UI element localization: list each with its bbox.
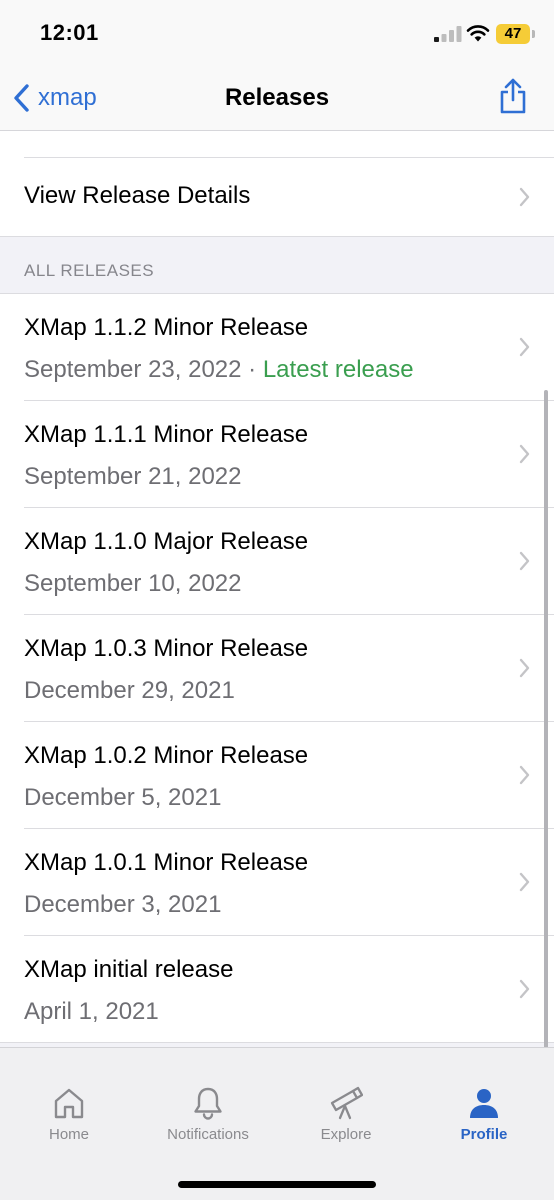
scrollbar[interactable] (544, 390, 548, 1070)
battery-level: 47 (504, 25, 522, 42)
tab-notifications[interactable]: Notifications (139, 1086, 277, 1156)
signal-icon (434, 26, 462, 42)
telescope-icon (330, 1086, 363, 1120)
tab-label: Notifications (167, 1126, 249, 1143)
release-date: December 5, 2021 (24, 784, 222, 811)
battery-tip (532, 30, 535, 38)
release-row-1-1-0[interactable]: XMap 1.1.0 Major Release September 10, 2… (0, 508, 554, 615)
chevron-right-icon (519, 187, 530, 207)
release-row-1-0-1[interactable]: XMap 1.0.1 Minor Release December 3, 202… (0, 829, 554, 936)
bell-icon (194, 1087, 222, 1120)
release-title: XMap 1.0.2 Minor Release (24, 742, 309, 769)
chevron-right-icon (519, 551, 530, 571)
chevron-right-icon (519, 444, 530, 464)
home-icon (54, 1088, 84, 1119)
tab-label: Profile (460, 1126, 508, 1143)
release-title: XMap 1.1.0 Major Release (24, 528, 309, 555)
release-date: December 3, 2021 (24, 891, 222, 918)
tab-label: Explore (320, 1126, 372, 1143)
release-title: XMap 1.0.1 Minor Release (24, 849, 309, 876)
wifi-icon (466, 25, 490, 42)
release-row-initial[interactable]: XMap initial release April 1, 2021 (0, 936, 554, 1043)
partial-row (24, 131, 554, 158)
release-title: XMap 1.0.3 Minor Release (24, 635, 309, 662)
chevron-right-icon (519, 872, 530, 892)
release-row-1-1-2[interactable]: XMap 1.1.2 Minor Release September 23, 2… (0, 294, 554, 401)
person-icon (470, 1089, 498, 1118)
section-label: ALL RELEASES (24, 261, 155, 280)
section-header: ALL RELEASES (0, 236, 554, 294)
release-date: December 29, 2021 (24, 677, 235, 704)
release-title: XMap initial release (24, 956, 234, 983)
navigation-bar: xmap Releases (0, 66, 554, 131)
tab-home[interactable]: Home (0, 1086, 138, 1156)
chevron-right-icon (519, 658, 530, 678)
view-release-details-row[interactable]: View Release Details (0, 158, 554, 236)
latest-release-badge: Latest release (262, 356, 414, 383)
release-date: September 23, 2022 · Latest release (24, 356, 414, 384)
release-row-1-1-1[interactable]: XMap 1.1.1 Minor Release September 21, 2… (0, 401, 554, 508)
release-row-1-0-2[interactable]: XMap 1.0.2 Minor Release December 5, 202… (0, 722, 554, 829)
releases-list: View Release Details ALL RELEASES XMap 1… (0, 131, 554, 1200)
meta-separator: · (241, 356, 263, 383)
tab-profile[interactable]: Profile (415, 1086, 553, 1156)
release-title: XMap 1.1.2 Minor Release (24, 314, 309, 341)
chevron-right-icon (519, 765, 530, 785)
battery-icon: 47 (496, 24, 530, 44)
release-date-text: September 23, 2022 (24, 356, 242, 383)
release-date: September 10, 2022 (24, 570, 242, 597)
release-row-1-0-3[interactable]: XMap 1.0.3 Minor Release December 29, 20… (0, 615, 554, 722)
details-group: View Release Details (0, 131, 554, 236)
releases-group: XMap 1.1.2 Minor Release September 23, 2… (0, 294, 554, 1043)
tab-bar: Home Notifications Explore Profile (0, 1047, 554, 1200)
release-date: September 21, 2022 (24, 463, 242, 490)
status-bar: 12:01 47 (0, 0, 554, 66)
tab-label: Home (48, 1126, 89, 1143)
status-time: 12:01 (40, 20, 99, 45)
release-date: April 1, 2021 (24, 998, 159, 1025)
page-title: Releases (224, 84, 330, 111)
share-icon[interactable] (498, 78, 528, 114)
tab-explore[interactable]: Explore (277, 1086, 415, 1156)
home-indicator (178, 1181, 376, 1188)
view-release-details-label: View Release Details (24, 182, 251, 209)
chevron-right-icon (519, 979, 530, 999)
chevron-right-icon (519, 337, 530, 357)
release-title: XMap 1.1.1 Minor Release (24, 421, 309, 448)
